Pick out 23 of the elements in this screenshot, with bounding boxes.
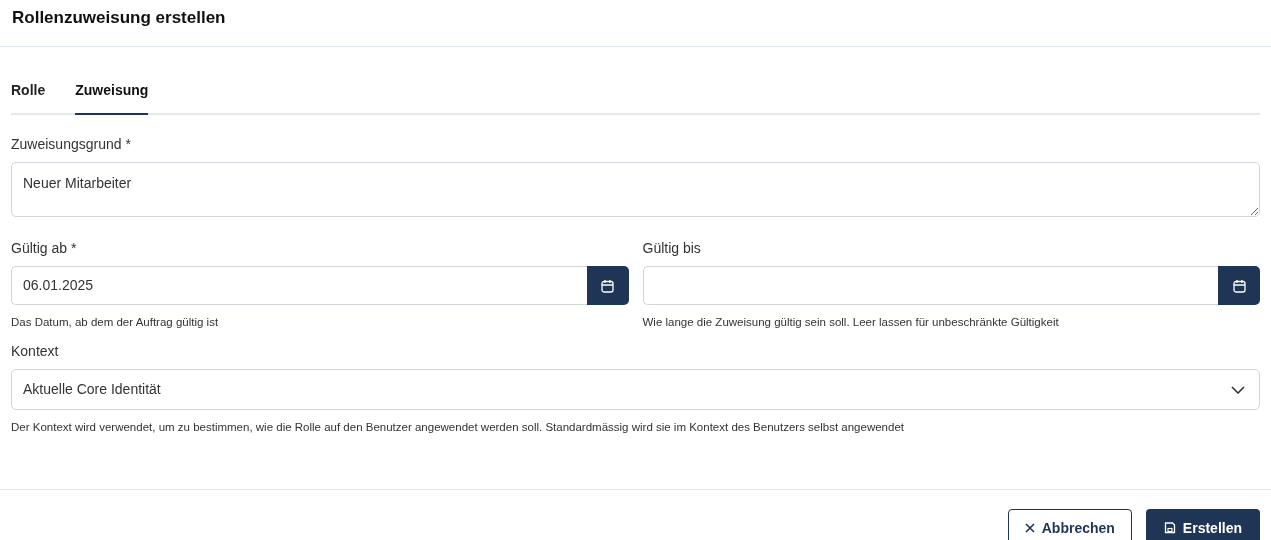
field-label: Zuweisungsgrund * xyxy=(11,136,131,152)
cancel-button[interactable]: Abbrechen xyxy=(1007,508,1132,540)
help-text: Der Kontext wird verwendet, um zu bestimmen, wie die Rolle auf den Benutzer angewendet werden soll. Standardmässig wird sie im Kontext des Benutzers selbst angewendet xyxy=(11,420,905,436)
help-text: Wie lange die Zuweisung gültig sein soll. Leer lassen für unbeschränkte Gültigkeit xyxy=(642,315,1060,330)
date-input[interactable]: 06.01.2025 xyxy=(11,266,587,305)
field-label: Gültig ab * xyxy=(11,240,77,256)
field-label: Kontext xyxy=(11,343,59,360)
dialog-title: Rollenzuweisung erstellen xyxy=(12,7,226,29)
context-select[interactable]: Aktuelle Core Identität xyxy=(11,369,1260,411)
create-button[interactable]: Erstellen xyxy=(1145,508,1260,540)
calendar-icon xyxy=(1232,278,1246,293)
calendar-button[interactable] xyxy=(1218,266,1260,305)
reason-textarea[interactable]: Neuer Mitarbeiter xyxy=(11,162,1260,217)
close-icon xyxy=(1024,523,1035,533)
help-text: Das Datum, ab dem der Auftrag gültig ist xyxy=(11,315,220,330)
field-label: Gültig bis xyxy=(642,240,701,256)
tab[interactable]: Zuweisung xyxy=(75,69,149,115)
calendar-button[interactable] xyxy=(586,266,629,305)
date-input[interactable] xyxy=(642,266,1218,305)
save-icon xyxy=(1163,522,1176,534)
tab[interactable]: Rolle xyxy=(11,69,46,115)
chevron-down-icon xyxy=(1231,385,1245,394)
calendar-icon xyxy=(601,278,614,293)
